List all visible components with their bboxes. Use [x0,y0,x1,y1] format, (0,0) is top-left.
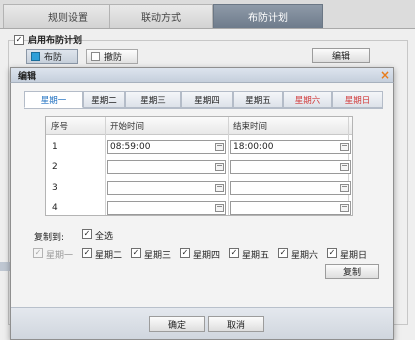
row-index: 1 [52,142,58,152]
copy-day-label-fri: 星期五 [242,251,270,261]
time-picker-icon[interactable] [340,143,349,151]
copy-day-label-tue: 星期二 [95,251,123,261]
time-picker-icon[interactable] [215,143,224,151]
row-index: 2 [52,162,58,172]
edit-button[interactable]: 编辑 [312,48,370,63]
start-time-input[interactable] [107,160,226,174]
row-index: 3 [52,183,58,193]
copy-day-checkbox-wed[interactable]: ✓ [131,248,141,258]
enable-plan-checkbox[interactable]: ✓ [14,34,24,45]
end-time-input[interactable] [230,201,351,215]
start-time-input[interactable]: 08:59:00 [107,140,226,154]
start-time-value: 08:59:00 [110,142,151,152]
header-start-time: 开始时间 [110,122,145,132]
day-tab-sat[interactable]: 星期六 [283,91,332,108]
day-tab-wed[interactable]: 星期三 [125,91,181,108]
column-divider [105,117,106,215]
enable-plan-label: 启用布防计划 [28,36,83,46]
end-time-input[interactable] [230,181,351,195]
copy-day-checkbox-sun[interactable]: ✓ [327,248,337,258]
disarm-mode-button[interactable]: 撤防 [86,49,138,64]
day-tab-fri[interactable]: 星期五 [233,91,283,108]
time-picker-icon[interactable] [215,184,224,192]
day-tab-mon[interactable]: 星期一 [24,91,83,108]
end-time-value: 18:00:00 [233,142,274,152]
copy-day-checkbox-mon[interactable]: ✓ [33,248,43,258]
tab-underline [24,108,383,109]
copy-day-label-sun: 星期日 [340,251,368,261]
ok-button[interactable]: 确定 [149,316,205,332]
enable-plan-row: ✓ 启用布防计划 [14,33,82,46]
disarm-mode-label: 撤防 [104,53,123,63]
start-time-input[interactable] [107,181,226,195]
arm-color-swatch [31,52,40,61]
dialog-title-bar[interactable] [10,67,394,83]
row-index: 4 [52,203,58,213]
copy-day-checkbox-fri[interactable]: ✓ [229,248,239,258]
tab-arming-schedule[interactable]: 布防计划 [213,4,323,28]
start-time-input[interactable] [107,201,226,215]
copy-to-label: 复制到: [34,233,65,243]
copy-day-checkbox-sat[interactable]: ✓ [278,248,288,258]
column-divider [228,117,229,215]
tab-linkage-method[interactable]: 联动方式 [109,4,213,28]
copy-day-checkbox-tue[interactable]: ✓ [82,248,92,258]
time-picker-icon[interactable] [340,163,349,171]
cancel-button[interactable]: 取消 [208,316,264,332]
select-all-checkbox[interactable]: ✓ [82,229,92,239]
copy-day-checkbox-thu[interactable]: ✓ [180,248,190,258]
time-picker-icon[interactable] [215,204,224,212]
day-tab-tue[interactable]: 星期二 [83,91,125,108]
copy-day-label-sat: 星期六 [291,251,319,261]
time-picker-icon[interactable] [215,163,224,171]
select-all-label: 全选 [95,232,114,242]
close-icon[interactable]: × [378,67,392,82]
day-tab-sun[interactable]: 星期日 [332,91,383,108]
end-time-input[interactable] [230,160,351,174]
header-index: 序号 [51,122,69,132]
end-time-input[interactable]: 18:00:00 [230,140,351,154]
day-tab-thu[interactable]: 星期四 [181,91,233,108]
copy-day-label-mon: 星期一 [46,251,74,261]
dialog-title: 编辑 [18,72,37,82]
header-end-time: 结束时间 [233,122,268,132]
disarm-color-swatch [91,52,100,61]
time-picker-icon[interactable] [340,184,349,192]
arm-mode-button[interactable]: 布防 [26,49,78,64]
copy-button[interactable]: 复制 [325,264,379,279]
time-picker-icon[interactable] [340,204,349,212]
copy-day-label-wed: 星期三 [144,251,172,261]
arm-mode-label: 布防 [44,53,63,63]
copy-day-label-thu: 星期四 [193,251,221,261]
